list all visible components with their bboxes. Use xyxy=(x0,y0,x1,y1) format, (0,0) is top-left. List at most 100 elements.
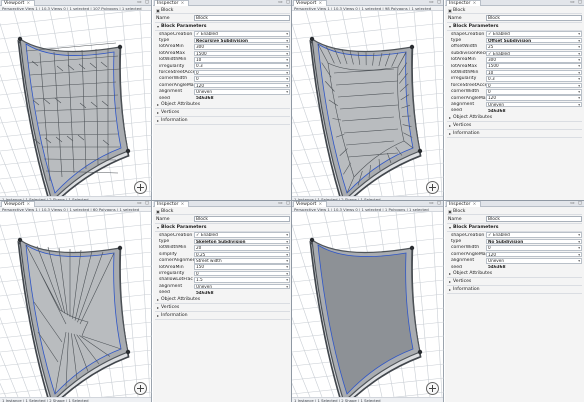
param-value-shapeCreation[interactable]: ✓ Enabled ▾ xyxy=(486,31,582,37)
viewport-scene[interactable] xyxy=(0,209,213,402)
section-object-attributes[interactable]: ▸ Object Attributes xyxy=(155,296,290,304)
param-value-lotWidthMin[interactable]: 10 ▾ xyxy=(486,69,582,76)
param-value-cornerWidth[interactable]: 0 ▾ xyxy=(486,88,582,95)
param-value-cornerAngleMax[interactable]: 120 ▾ xyxy=(486,95,582,101)
section-information[interactable]: ▸ Information xyxy=(447,130,582,139)
block-corner-vertex[interactable] xyxy=(17,36,23,42)
name-field[interactable]: Block xyxy=(194,216,290,222)
param-value-type[interactable]: Offset Subdivision ▾ xyxy=(486,37,582,44)
block-corner-vertex[interactable] xyxy=(417,349,423,355)
close-icon[interactable]: × xyxy=(472,202,476,207)
section-block-parameters[interactable]: ▾ Block Parameters xyxy=(155,23,290,31)
navigation-compass-icon[interactable] xyxy=(134,181,147,194)
name-field[interactable]: Block xyxy=(194,15,290,21)
block-corner-vertex[interactable] xyxy=(17,237,23,243)
param-value-shapeCreation[interactable]: ✓ Enabled ▾ xyxy=(194,31,290,37)
window-controls-icon[interactable]: ▭ ▢ xyxy=(570,201,583,207)
inspector-tab[interactable]: Inspector × xyxy=(446,201,482,207)
section-title: Vertices xyxy=(453,279,472,285)
block-corner-vertex[interactable] xyxy=(125,148,131,154)
param-value-seed[interactable]: 546368 xyxy=(486,108,582,114)
param-value-seed[interactable]: 546368 xyxy=(194,290,290,296)
param-value-cornerAngleMax[interactable]: 120 ▾ xyxy=(194,82,290,89)
name-field[interactable]: Block xyxy=(486,216,582,222)
block-corner-vertex[interactable] xyxy=(309,237,315,243)
close-icon[interactable]: × xyxy=(180,202,184,207)
section-vertices[interactable]: ▸ Vertices xyxy=(155,109,290,118)
param-value-lotWidthMin[interactable]: 10 ▾ xyxy=(194,56,290,63)
navigation-compass-icon[interactable] xyxy=(426,181,439,194)
chevron-down-icon: ▾ xyxy=(286,51,288,56)
navigation-compass-icon[interactable] xyxy=(426,382,439,395)
block-corner-vertex[interactable] xyxy=(117,245,123,251)
param-value-type[interactable]: No Subdivision ▾ xyxy=(486,238,582,245)
name-row: Name Block xyxy=(155,215,290,224)
param-value-shallowLotFrac[interactable]: 1.5 ▾ xyxy=(194,277,290,283)
viewport-scene[interactable] xyxy=(292,209,505,402)
param-value-shapeCreation[interactable]: ✓ Enabled ▾ xyxy=(486,232,582,238)
inspector-tab[interactable]: Inspector × xyxy=(154,0,190,6)
param-value-type[interactable]: Skeleton Subdivision ▾ xyxy=(194,238,290,245)
param-value-lotWidthMin[interactable]: 20 ▾ xyxy=(194,245,290,251)
section-object-attributes[interactable]: ▸ Object Attributes xyxy=(155,101,290,110)
inspector-tab-bar: Inspector × ▭ ▢ xyxy=(153,0,292,6)
window-controls-icon[interactable]: ▭ ▢ xyxy=(278,0,291,6)
param-label: type xyxy=(159,38,170,44)
section-object-attributes[interactable]: ▸ Object Attributes xyxy=(447,114,582,123)
block-corner-vertex[interactable] xyxy=(309,36,315,42)
param-value-irregularity[interactable]: 0.3 ▾ xyxy=(486,76,582,82)
section-vertices[interactable]: ▸ Vertices xyxy=(155,304,290,312)
param-value-cornerWidth[interactable]: 0 ▾ xyxy=(486,245,582,251)
section-vertices[interactable]: ▸ Vertices xyxy=(447,122,582,131)
param-value-alignment[interactable]: Uneven ▾ xyxy=(486,101,582,108)
param-value-offsetWidth[interactable]: 25 ▾ xyxy=(486,44,582,50)
section-vertices[interactable]: ▸ Vertices xyxy=(447,278,582,287)
param-row-type: type Recursive Subdivision ▾ xyxy=(155,37,290,44)
block-corner-vertex[interactable] xyxy=(125,349,131,355)
section-block-parameters[interactable]: ▾ Block Parameters xyxy=(447,224,582,232)
navigation-compass-icon[interactable] xyxy=(134,382,147,395)
param-value-seed[interactable]: 546368 xyxy=(194,95,290,101)
viewport-scene[interactable] xyxy=(0,8,213,201)
block-corner-vertex[interactable] xyxy=(417,148,423,154)
inspector-tab[interactable]: Inspector × xyxy=(154,201,190,207)
param-value-lotAreaMin[interactable]: 300 ▾ xyxy=(486,56,582,63)
window-controls-icon[interactable]: ▭ ▢ xyxy=(570,0,583,6)
block-corner-vertex[interactable] xyxy=(117,44,123,50)
param-label: offsetWidth xyxy=(451,44,478,50)
window-controls-icon[interactable]: ▭ ▢ xyxy=(278,201,291,207)
section-title: Information xyxy=(161,312,188,318)
section-information[interactable]: ▸ Information xyxy=(155,117,290,126)
param-value-subdivisionRecursive[interactable]: ✓ Enabled ▾ xyxy=(486,50,582,57)
block-corner-vertex[interactable] xyxy=(409,245,415,251)
viewport-scene[interactable] xyxy=(292,8,505,201)
section-object-attributes[interactable]: ▸ Object Attributes xyxy=(447,270,582,279)
param-value-cornerAlignment[interactable]: Street width ▾ xyxy=(194,257,290,264)
param-value-alignment[interactable]: Uneven ▾ xyxy=(194,88,290,95)
name-field[interactable]: Block xyxy=(486,15,582,21)
param-value-cornerWidth[interactable]: 0 ▾ xyxy=(194,76,290,82)
param-value-seed[interactable]: 546368 xyxy=(486,264,582,270)
close-icon[interactable]: × xyxy=(472,1,476,6)
param-value-alignment[interactable]: Uneven ▾ xyxy=(486,257,582,264)
param-value-lotAreaMin[interactable]: 150 ▾ xyxy=(194,264,290,270)
param-value-simplify[interactable]: 0.25 ▾ xyxy=(194,251,290,258)
param-value-forceStreetAccess[interactable]: 0 ▾ xyxy=(194,69,290,76)
param-value-type[interactable]: Recursive Subdivision ▾ xyxy=(194,37,290,44)
param-value-lotAreaMax[interactable]: 1500 ▾ xyxy=(194,50,290,57)
section-block-parameters[interactable]: ▾ Block Parameters xyxy=(155,224,290,232)
param-value-lotAreaMax[interactable]: 1500 ▾ xyxy=(486,63,582,69)
close-icon[interactable]: × xyxy=(180,1,184,6)
section-block-parameters[interactable]: ▾ Block Parameters xyxy=(447,23,582,31)
param-value-lotAreaMin[interactable]: 300 ▾ xyxy=(194,44,290,50)
param-value-cornerAngleMax[interactable]: 120 ▾ xyxy=(486,251,582,258)
param-value-forceStreetAccess[interactable]: 0 ▾ xyxy=(486,82,582,89)
param-value-irregularity[interactable]: 0 ▾ xyxy=(194,270,290,277)
block-corner-vertex[interactable] xyxy=(409,44,415,50)
section-information[interactable]: ▸ Information xyxy=(155,312,290,320)
param-value-irregularity[interactable]: 0.3 ▾ xyxy=(194,63,290,69)
inspector-tab[interactable]: Inspector × xyxy=(446,0,482,6)
param-value-alignment[interactable]: Uneven ▾ xyxy=(194,283,290,290)
param-value-shapeCreation[interactable]: ✓ Enabled ▾ xyxy=(194,232,290,238)
section-information[interactable]: ▸ Information xyxy=(447,286,582,295)
